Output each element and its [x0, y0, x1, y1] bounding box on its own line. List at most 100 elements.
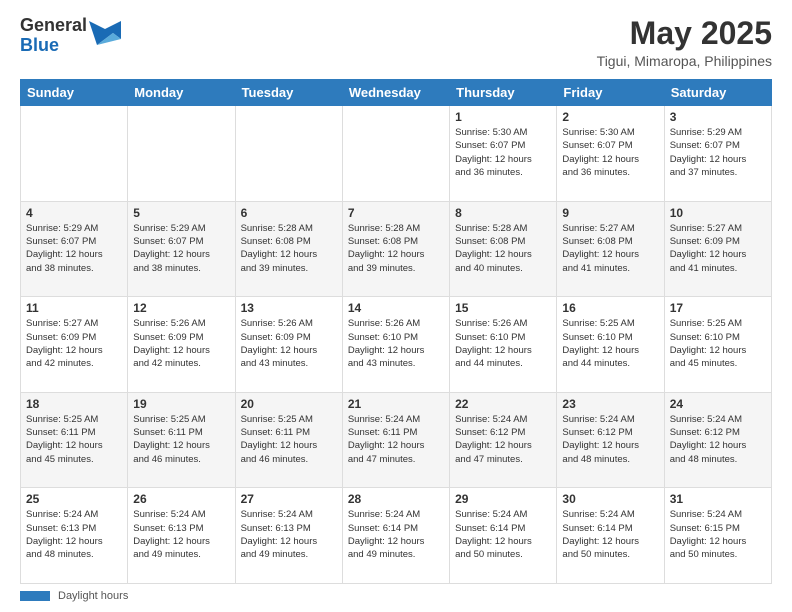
- day-number: 14: [348, 301, 444, 315]
- day-info: Sunrise: 5:28 AM Sunset: 6:08 PM Dayligh…: [241, 222, 337, 275]
- day-info: Sunrise: 5:26 AM Sunset: 6:09 PM Dayligh…: [133, 317, 229, 370]
- day-number: 29: [455, 492, 551, 506]
- title-block: May 2025 Tigui, Mimaropa, Philippines: [597, 16, 772, 69]
- calendar-week-row: 11Sunrise: 5:27 AM Sunset: 6:09 PM Dayli…: [21, 297, 772, 393]
- calendar-cell: 15Sunrise: 5:26 AM Sunset: 6:10 PM Dayli…: [450, 297, 557, 393]
- day-info: Sunrise: 5:27 AM Sunset: 6:08 PM Dayligh…: [562, 222, 658, 275]
- day-info: Sunrise: 5:26 AM Sunset: 6:09 PM Dayligh…: [241, 317, 337, 370]
- day-number: 27: [241, 492, 337, 506]
- calendar-cell: [21, 106, 128, 202]
- day-number: 20: [241, 397, 337, 411]
- day-number: 8: [455, 206, 551, 220]
- logo-text: General Blue: [20, 16, 87, 56]
- day-info: Sunrise: 5:27 AM Sunset: 6:09 PM Dayligh…: [26, 317, 122, 370]
- calendar-cell: 30 Sunrise: 5:24 AM Sunset: 6:14 PM Dayli…: [557, 488, 664, 584]
- calendar-week-row: 4 Sunrise: 5:29 AM Sunset: 6:07 PM Daylig…: [21, 201, 772, 297]
- day-info: Sunrise: 5:28 AM Sunset: 6:08 PM Dayligh…: [455, 222, 551, 275]
- day-number: 24: [670, 397, 766, 411]
- calendar-col-header: Tuesday: [235, 80, 342, 106]
- calendar-cell: 19Sunrise: 5:25 AM Sunset: 6:11 PM Dayli…: [128, 392, 235, 488]
- day-number: 12: [133, 301, 229, 315]
- calendar-cell: 27Sunrise: 5:24 AM Sunset: 6:13 PM Dayli…: [235, 488, 342, 584]
- calendar-col-header: Thursday: [450, 80, 557, 106]
- calendar-cell: 6Sunrise: 5:28 AM Sunset: 6:08 PM Daylig…: [235, 201, 342, 297]
- calendar-cell: 10Sunrise: 5:27 AM Sunset: 6:09 PM Dayli…: [664, 201, 771, 297]
- calendar-week-row: 1 Sunrise: 5:30 AM Sunset: 6:07 PM Daylig…: [21, 106, 772, 202]
- day-info: Sunrise: 5:24 AM Sunset: 6:12 PM Dayligh…: [562, 413, 658, 466]
- calendar-cell: 11Sunrise: 5:27 AM Sunset: 6:09 PM Dayli…: [21, 297, 128, 393]
- calendar-col-header: Wednesday: [342, 80, 449, 106]
- day-number: 23: [562, 397, 658, 411]
- calendar-cell: 18 Sunrise: 5:25 AM Sunset: 6:11 PM Dayli…: [21, 392, 128, 488]
- day-info: Sunrise: 5:24 AM Sunset: 6:12 PM Dayligh…: [455, 413, 551, 466]
- calendar-cell: 8 Sunrise: 5:28 AM Sunset: 6:08 PM Daylig…: [450, 201, 557, 297]
- calendar-cell: 4 Sunrise: 5:29 AM Sunset: 6:07 PM Daylig…: [21, 201, 128, 297]
- day-info: Sunrise: 5:26 AM Sunset: 6:10 PM Dayligh…: [348, 317, 444, 370]
- day-number: 31: [670, 492, 766, 506]
- day-number: 28: [348, 492, 444, 506]
- day-info: Sunrise: 5:25 AM Sunset: 6:11 PM Dayligh…: [241, 413, 337, 466]
- day-info: Sunrise: 5:24 AM Sunset: 6:14 PM Dayligh…: [455, 508, 551, 561]
- calendar-cell: 7 Sunrise: 5:28 AM Sunset: 6:08 PM Daylig…: [342, 201, 449, 297]
- day-number: 16: [562, 301, 658, 315]
- day-info: Sunrise: 5:24 AM Sunset: 6:13 PM Dayligh…: [133, 508, 229, 561]
- day-info: Sunrise: 5:24 AM Sunset: 6:14 PM Dayligh…: [562, 508, 658, 561]
- calendar-cell: 28 Sunrise: 5:24 AM Sunset: 6:14 PM Dayli…: [342, 488, 449, 584]
- day-number: 18: [26, 397, 122, 411]
- day-number: 3: [670, 110, 766, 124]
- day-info: Sunrise: 5:24 AM Sunset: 6:15 PM Dayligh…: [670, 508, 766, 561]
- calendar-col-header: Saturday: [664, 80, 771, 106]
- page: General Blue May 2025 Tigui, Mimaropa, P…: [0, 0, 792, 612]
- calendar-cell: 3Sunrise: 5:29 AM Sunset: 6:07 PM Daylig…: [664, 106, 771, 202]
- calendar-cell: 26 Sunrise: 5:24 AM Sunset: 6:13 PM Dayli…: [128, 488, 235, 584]
- day-number: 4: [26, 206, 122, 220]
- calendar-cell: 12 Sunrise: 5:26 AM Sunset: 6:09 PM Dayli…: [128, 297, 235, 393]
- calendar-week-row: 18 Sunrise: 5:25 AM Sunset: 6:11 PM Dayli…: [21, 392, 772, 488]
- day-number: 5: [133, 206, 229, 220]
- logo-blue: Blue: [20, 36, 87, 56]
- day-number: 22: [455, 397, 551, 411]
- day-number: 26: [133, 492, 229, 506]
- day-info: Sunrise: 5:25 AM Sunset: 6:11 PM Dayligh…: [133, 413, 229, 466]
- calendar-cell: 2 Sunrise: 5:30 AM Sunset: 6:07 PM Daylig…: [557, 106, 664, 202]
- day-info: Sunrise: 5:26 AM Sunset: 6:10 PM Dayligh…: [455, 317, 551, 370]
- calendar-cell: [128, 106, 235, 202]
- day-info: Sunrise: 5:30 AM Sunset: 6:07 PM Dayligh…: [562, 126, 658, 179]
- daylight-bar-icon: [20, 591, 50, 601]
- day-info: Sunrise: 5:24 AM Sunset: 6:12 PM Dayligh…: [670, 413, 766, 466]
- calendar-table: SundayMondayTuesdayWednesdayThursdayFrid…: [20, 79, 772, 584]
- day-number: 1: [455, 110, 551, 124]
- day-number: 9: [562, 206, 658, 220]
- logo-icon: [89, 17, 121, 49]
- day-number: 2: [562, 110, 658, 124]
- day-info: Sunrise: 5:28 AM Sunset: 6:08 PM Dayligh…: [348, 222, 444, 275]
- calendar-col-header: Friday: [557, 80, 664, 106]
- logo: General Blue: [20, 16, 121, 56]
- calendar-cell: 31 Sunrise: 5:24 AM Sunset: 6:15 PM Dayli…: [664, 488, 771, 584]
- calendar-col-header: Monday: [128, 80, 235, 106]
- day-number: 10: [670, 206, 766, 220]
- calendar-cell: [235, 106, 342, 202]
- calendar-header-row: SundayMondayTuesdayWednesdayThursdayFrid…: [21, 80, 772, 106]
- day-info: Sunrise: 5:29 AM Sunset: 6:07 PM Dayligh…: [133, 222, 229, 275]
- day-number: 7: [348, 206, 444, 220]
- day-number: 30: [562, 492, 658, 506]
- subtitle: Tigui, Mimaropa, Philippines: [597, 53, 772, 69]
- day-info: Sunrise: 5:25 AM Sunset: 6:11 PM Dayligh…: [26, 413, 122, 466]
- calendar-cell: 21Sunrise: 5:24 AM Sunset: 6:11 PM Dayli…: [342, 392, 449, 488]
- day-info: Sunrise: 5:24 AM Sunset: 6:13 PM Dayligh…: [26, 508, 122, 561]
- day-info: Sunrise: 5:24 AM Sunset: 6:11 PM Dayligh…: [348, 413, 444, 466]
- footer-note: Daylight hours: [20, 590, 772, 602]
- day-number: 17: [670, 301, 766, 315]
- day-info: Sunrise: 5:24 AM Sunset: 6:14 PM Dayligh…: [348, 508, 444, 561]
- day-info: Sunrise: 5:25 AM Sunset: 6:10 PM Dayligh…: [670, 317, 766, 370]
- day-number: 13: [241, 301, 337, 315]
- day-number: 25: [26, 492, 122, 506]
- day-info: Sunrise: 5:29 AM Sunset: 6:07 PM Dayligh…: [26, 222, 122, 275]
- logo-general: General: [20, 16, 87, 36]
- daylight-label: Daylight hours: [58, 590, 128, 602]
- day-info: Sunrise: 5:30 AM Sunset: 6:07 PM Dayligh…: [455, 126, 551, 179]
- calendar-cell: 14 Sunrise: 5:26 AM Sunset: 6:10 PM Dayli…: [342, 297, 449, 393]
- calendar-cell: 9 Sunrise: 5:27 AM Sunset: 6:08 PM Daylig…: [557, 201, 664, 297]
- calendar-cell: 5 Sunrise: 5:29 AM Sunset: 6:07 PM Daylig…: [128, 201, 235, 297]
